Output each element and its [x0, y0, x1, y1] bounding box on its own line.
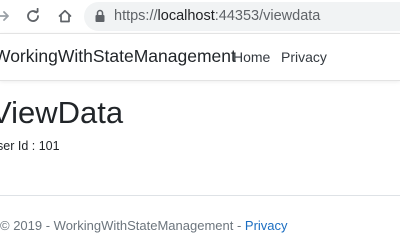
reload-icon [27, 8, 39, 22]
arrow-right-icon [0, 11, 9, 21]
address-bar-url: https://localhost:44353/viewdata [114, 7, 320, 26]
home-button[interactable] [54, 5, 76, 27]
footer-text: © 2019 - WorkingWithStateManagement - Pr… [0, 218, 288, 234]
home-icon [58, 9, 72, 23]
reload-button[interactable] [22, 5, 44, 27]
footer-privacy-link[interactable]: Privacy [245, 218, 288, 233]
page-footer: © 2019 - WorkingWithStateManagement - Pr… [0, 195, 400, 250]
lock-icon [95, 9, 105, 22]
address-bar[interactable]: https://localhost:44353/viewdata [84, 2, 400, 31]
navbar-brand[interactable]: WorkingWithStateManagement [0, 45, 236, 67]
url-path: :44353/viewdata [214, 8, 321, 24]
user-id-text: User Id : 101 [0, 139, 60, 153]
page-title: ViewData [0, 95, 124, 130]
nav-link-privacy[interactable]: Privacy [281, 48, 327, 66]
url-host: localhost [157, 8, 215, 24]
url-scheme: https:// [114, 8, 158, 24]
app-navbar: WorkingWithStateManagement Home Privacy [0, 33, 400, 81]
nav-link-home[interactable]: Home [233, 48, 270, 66]
browser-toolbar: https://localhost:44353/viewdata [0, 0, 400, 33]
footer-copyright: © 2019 - WorkingWithStateManagement - [0, 218, 245, 233]
forward-button[interactable] [0, 5, 14, 27]
